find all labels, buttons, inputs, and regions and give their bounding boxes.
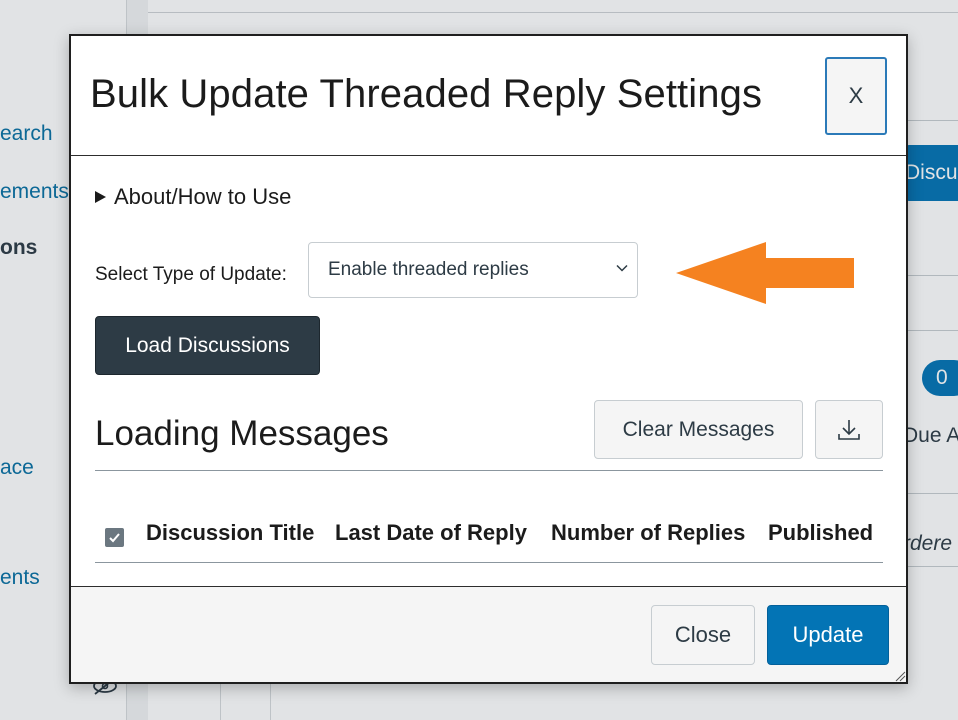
discussions-table-header: Discussion Title Last Date of Reply Numb… [95, 520, 883, 560]
modal-footer: Close Update [71, 586, 906, 682]
about-how-to-use-toggle[interactable]: About/How to Use [95, 184, 291, 210]
column-header-discussion-title[interactable]: Discussion Title [146, 520, 314, 546]
close-button[interactable]: Close [651, 605, 755, 665]
download-button[interactable] [815, 400, 883, 459]
load-discussions-button[interactable]: Load Discussions [95, 316, 320, 375]
download-icon [838, 419, 860, 440]
modal-body: About/How to Use Select Type of Update: … [71, 158, 906, 586]
heading-divider [95, 470, 883, 471]
loading-messages-heading: Loading Messages [95, 414, 389, 453]
update-type-select[interactable]: Enable threaded replies [308, 242, 638, 298]
orange-arrow-icon [676, 242, 854, 304]
disclosure-triangle-icon [95, 191, 106, 203]
update-button[interactable]: Update [767, 605, 889, 665]
table-header-divider [95, 562, 883, 563]
close-x-button[interactable]: X [825, 57, 887, 135]
clear-messages-button[interactable]: Clear Messages [594, 400, 803, 459]
resize-handle-icon[interactable] [894, 670, 906, 682]
bulk-update-modal: Bulk Update Threaded Reply Settings X Ab… [69, 34, 908, 684]
column-header-last-date-of-reply[interactable]: Last Date of Reply [335, 520, 527, 546]
select-all-checkbox[interactable] [105, 528, 124, 547]
about-label: About/How to Use [114, 184, 292, 209]
update-type-label: Select Type of Update: [95, 264, 287, 285]
modal-title: Bulk Update Threaded Reply Settings [90, 72, 763, 116]
checkmark-icon [109, 533, 120, 543]
update-type-value: Enable threaded replies [328, 259, 529, 280]
column-header-number-of-replies[interactable]: Number of Replies [551, 520, 745, 546]
chevron-down-icon [616, 264, 628, 272]
column-header-published[interactable]: Published [768, 520, 873, 546]
modal-header: Bulk Update Threaded Reply Settings X [71, 36, 906, 156]
